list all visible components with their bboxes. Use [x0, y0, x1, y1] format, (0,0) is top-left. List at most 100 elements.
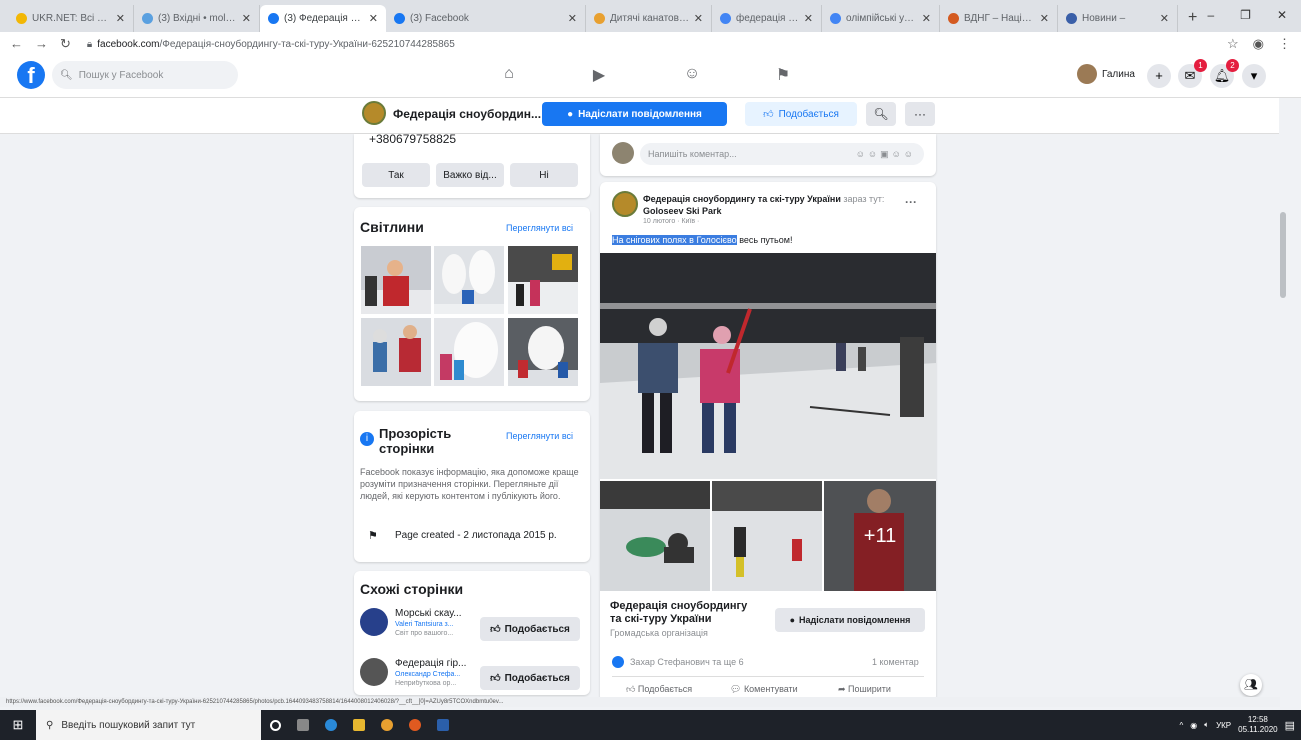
similar-page-name[interactable]: Морські скау...	[395, 608, 462, 619]
reload-icon[interactable]: ↻	[60, 36, 71, 52]
browser-tab-active[interactable]: (3) Федерація сноуборд ✕	[260, 5, 386, 32]
close-icon[interactable]: ✕	[694, 12, 703, 25]
page-avatar[interactable]	[362, 101, 386, 125]
post-photo-thumbnail[interactable]: +11	[824, 481, 936, 591]
post-place[interactable]: Goloseev Ski Park	[643, 206, 722, 216]
similar-page-avatar[interactable]	[360, 658, 388, 686]
photo-thumbnail[interactable]	[361, 318, 431, 386]
browser-tab[interactable]: ВДНГ – Національний ✕	[940, 5, 1058, 32]
network-icon[interactable]: ◉	[1190, 721, 1197, 730]
close-icon[interactable]: ✕	[922, 12, 931, 25]
forward-arrow-icon[interactable]: →	[35, 36, 48, 52]
page-search-button[interactable]: 🔍︎	[866, 102, 896, 126]
like-page-button[interactable]: 👍︎ Подобається	[745, 102, 857, 126]
browser-tab[interactable]: федерація сноубордин ✕	[712, 5, 822, 32]
browser-tab[interactable]: UKR.NET: Всі новини ✕	[8, 5, 134, 32]
taskbar-search-input[interactable]: ⚲ Введіть пошуковий запит тут	[36, 710, 261, 740]
post-more-icon[interactable]: ···	[905, 195, 917, 209]
photo-thumbnail[interactable]	[508, 318, 578, 386]
similar-page-like-button[interactable]: 👍︎ Подобається	[480, 617, 580, 641]
close-icon[interactable]: ✕	[1040, 12, 1049, 25]
browser-tab[interactable]: (3) Facebook ✕	[386, 5, 586, 32]
language-indicator[interactable]: УКР	[1216, 721, 1231, 730]
groups-icon[interactable]: ☺	[680, 65, 704, 87]
firefox-icon[interactable]	[401, 710, 429, 740]
photos-see-all-link[interactable]: Переглянути всі	[506, 223, 573, 233]
similar-page-name[interactable]: Федерація гір...	[395, 658, 466, 669]
minimize-button[interactable]: –	[1207, 8, 1214, 22]
page-title[interactable]: Федерація сноубордин...	[393, 107, 541, 121]
url-field[interactable]: facebook.com/Федерація-сноубордингу-та-с…	[97, 39, 455, 50]
cortana-icon[interactable]	[261, 710, 289, 740]
chrome-icon[interactable]	[373, 710, 401, 740]
post-share-button[interactable]: ➦ Поширити	[838, 684, 891, 695]
create-button[interactable]: +	[1147, 64, 1171, 88]
home-icon[interactable]: ⌂	[497, 65, 521, 87]
browser-tab[interactable]: (3) Вхідні • molodizhna ✕	[134, 5, 260, 32]
edge-icon[interactable]	[317, 710, 345, 740]
menu-dots-icon[interactable]: ⋮	[1278, 36, 1291, 52]
browser-tab[interactable]: Новини – ✕	[1058, 5, 1178, 32]
back-arrow-icon[interactable]: ←	[10, 36, 23, 52]
contacts-icon[interactable]: 👥︎	[1240, 674, 1262, 696]
comment-input[interactable]: Напишіть коментар... ☺☺▣☺☺	[640, 143, 924, 165]
photo-thumbnail[interactable]	[361, 246, 431, 314]
answer-no-button[interactable]: Ні	[510, 163, 578, 187]
close-icon[interactable]: ✕	[242, 12, 251, 25]
post-like-button[interactable]: 👍︎ Подобається	[626, 684, 692, 695]
post-author[interactable]: Федерація сноубордингу та скі-туру Украї…	[643, 194, 841, 204]
pages-icon[interactable]: ⚑	[771, 65, 795, 87]
notification-center-icon[interactable]: ▤	[1285, 719, 1295, 732]
windows-start-icon[interactable]: ⊞	[0, 710, 36, 740]
facebook-logo[interactable]: f	[17, 61, 45, 89]
profile-icon[interactable]: ◉	[1253, 36, 1264, 52]
answer-yes-button[interactable]: Так	[362, 163, 430, 187]
emoji-icons[interactable]: ☺☺▣☺☺	[856, 149, 916, 159]
similar-page-like-button[interactable]: 👍︎ Подобається	[480, 666, 580, 690]
watch-icon[interactable]: ▶	[587, 65, 611, 87]
post-photo-thumbnail[interactable]	[600, 481, 710, 591]
messenger-button[interactable]: ✉ 1	[1178, 59, 1207, 88]
browser-tab[interactable]: олімпійські уроки — Н ✕	[822, 5, 940, 32]
close-icon[interactable]: ✕	[568, 12, 577, 25]
clock[interactable]: 12:58 05.11.2020	[1238, 715, 1277, 735]
post-footer-name[interactable]: Федерація сноубордингу та скі-туру Україн…	[610, 600, 747, 626]
facebook-search-input[interactable]: 🔍︎ Пошук у Facebook	[52, 61, 238, 89]
word-icon[interactable]	[429, 710, 457, 740]
footer-send-message-button[interactable]: ● Надіслати повідомлення	[775, 608, 925, 632]
star-icon[interactable]: ☆	[1227, 36, 1239, 52]
task-view-icon[interactable]	[289, 710, 317, 740]
page-scrollbar[interactable]	[1279, 98, 1287, 697]
volume-icon[interactable]: 🔈︎	[1204, 720, 1209, 730]
browser-tab[interactable]: Дитячі канатові гобл ✕	[586, 5, 712, 32]
send-message-button[interactable]: ● Надіслати повідомлення	[542, 102, 727, 126]
post-author-avatar[interactable]	[612, 191, 638, 217]
tray-chevron-icon[interactable]: ^	[1180, 721, 1184, 730]
similar-page-avatar[interactable]	[360, 608, 388, 636]
post-comment-button[interactable]: 💬︎ Коментувати	[730, 684, 798, 695]
new-tab-button[interactable]: +	[1178, 9, 1207, 32]
more-options-button[interactable]: ···	[905, 102, 935, 126]
scrollbar-thumb[interactable]	[1280, 212, 1286, 298]
close-icon[interactable]: ✕	[804, 12, 813, 25]
explorer-icon[interactable]	[345, 710, 373, 740]
close-icon[interactable]: ✕	[1160, 12, 1169, 25]
transparency-see-all-link[interactable]: Переглянути всі	[506, 431, 573, 441]
lock-icon[interactable]: 🔒︎	[87, 39, 92, 50]
close-icon[interactable]: ✕	[116, 12, 125, 25]
reactions-count[interactable]: Захар Стефанович та ще 6	[630, 657, 744, 667]
profile-shortcut[interactable]: Галина	[1077, 64, 1135, 84]
post-photo-thumbnail[interactable]	[712, 481, 822, 591]
account-menu-button[interactable]: ▾	[1242, 64, 1266, 88]
taskbar: ⊞ ⚲ Введіть пошуковий запит тут ^ ◉ 🔈︎ УК…	[0, 710, 1301, 740]
close-window-button[interactable]: ✕	[1277, 8, 1287, 22]
maximize-button[interactable]: ❐	[1240, 8, 1251, 22]
post-main-photo[interactable]	[600, 253, 936, 479]
photo-thumbnail[interactable]	[508, 246, 578, 314]
answer-hard-button[interactable]: Важко від...	[436, 163, 504, 187]
photo-thumbnail[interactable]	[434, 246, 504, 314]
photo-thumbnail[interactable]	[434, 318, 504, 386]
comments-count[interactable]: 1 коментар	[872, 657, 919, 667]
close-icon[interactable]: ✕	[369, 12, 378, 25]
notifications-button[interactable]: 🔔︎ 2	[1210, 59, 1239, 88]
